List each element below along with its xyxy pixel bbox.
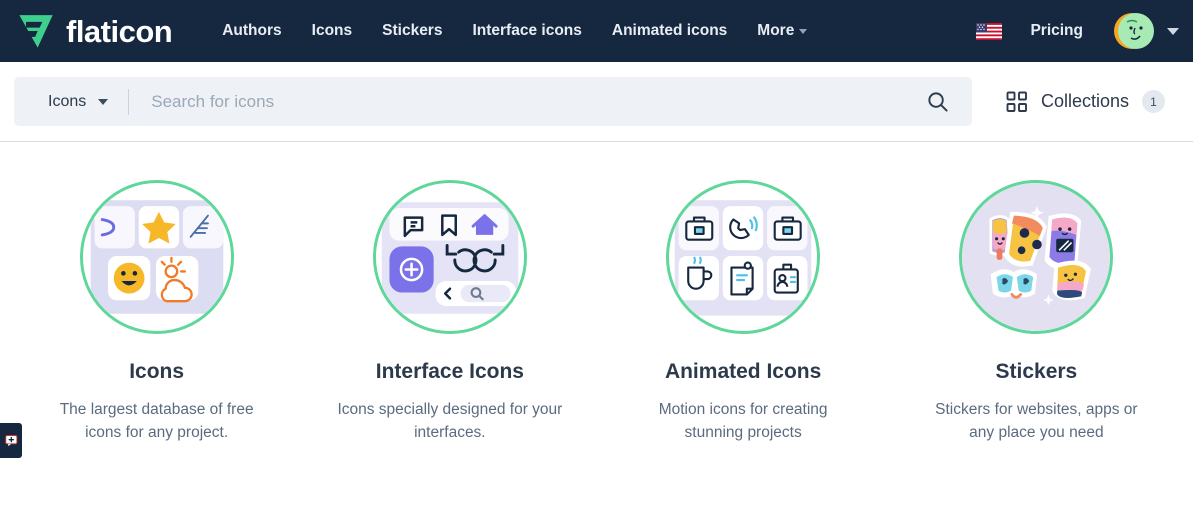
search-input[interactable] — [129, 91, 910, 112]
nav-item-label: Animated icons — [611, 22, 728, 39]
card-title: Icons — [129, 360, 185, 383]
nav-item-authors[interactable]: Authors — [222, 22, 281, 40]
chevron-down-icon — [1167, 27, 1179, 35]
header-right-group: Pricing — [976, 8, 1179, 54]
card-title: Stickers — [995, 360, 1078, 383]
nav-item-label: Authors — [222, 22, 282, 39]
user-avatar-icon — [1114, 13, 1154, 49]
search-row: Icons Collections 1 — [0, 62, 1193, 142]
search-box: Icons — [14, 77, 972, 126]
nav-item-more[interactable]: More — [757, 22, 808, 40]
site-header: flaticon Authors Icons Stickers Interfac… — [0, 0, 1193, 62]
grid-icon — [1006, 91, 1027, 112]
collections-label: Collections — [1040, 91, 1129, 111]
user-menu[interactable] — [1111, 8, 1179, 54]
nav-item-label: Stickers — [382, 22, 443, 39]
stickers-thumb-icon — [959, 180, 1114, 334]
brand-name: flaticon — [66, 13, 173, 49]
search-type-dropdown[interactable]: Icons — [14, 77, 128, 126]
nav-item-label: More — [757, 22, 795, 39]
search-icon — [928, 92, 949, 112]
search-type-label: Icons — [48, 92, 87, 110]
us-flag-icon[interactable] — [976, 22, 1003, 40]
category-card-icons[interactable]: Icons The largest database of free icons… — [10, 180, 303, 445]
feedback-tab-button[interactable] — [0, 423, 22, 458]
pricing-link[interactable]: Pricing — [1030, 22, 1083, 40]
nav-item-stickers[interactable]: Stickers — [382, 22, 442, 40]
category-card-stickers[interactable]: Stickers Stickers for websites, apps or … — [890, 180, 1183, 445]
brand-logo[interactable]: flaticon — [16, 11, 173, 51]
card-description: The largest database of free icons for a… — [59, 401, 254, 442]
chevron-down-icon — [98, 98, 109, 105]
category-cards: Icons The largest database of free icons… — [0, 142, 1193, 445]
search-submit-button[interactable] — [910, 77, 966, 126]
nav-item-animated-icons[interactable]: Animated icons — [612, 22, 727, 40]
card-description: Icons specially designed for your interf… — [337, 401, 563, 442]
main-navigation: Authors Icons Stickers Interface icons A… — [222, 22, 808, 40]
nav-item-interface-icons[interactable]: Interface icons — [472, 22, 581, 40]
animated-icons-thumb-icon — [666, 180, 821, 334]
icons-grid-thumb-icon — [79, 180, 234, 334]
category-card-animated-icons[interactable]: Animated Icons Motion icons for creating… — [597, 180, 890, 445]
nav-item-icons[interactable]: Icons — [312, 22, 352, 40]
category-card-interface-icons[interactable]: Interface Icons Icons specially designed… — [303, 180, 596, 445]
card-title: Interface Icons — [375, 360, 524, 383]
nav-item-label: Interface icons — [472, 22, 582, 39]
collections-count-badge: 1 — [1142, 90, 1165, 113]
flaticon-logo-icon — [19, 15, 53, 48]
feedback-tab-icon — [4, 435, 17, 447]
card-description: Motion icons for creating stunning proje… — [658, 401, 828, 442]
interface-icons-thumb-icon — [372, 180, 527, 334]
card-title: Animated Icons — [664, 360, 822, 383]
nav-item-label: Icons — [311, 22, 353, 39]
chevron-down-icon — [799, 28, 808, 34]
card-description: Stickers for websites, apps or any place… — [935, 401, 1138, 442]
collections-button[interactable]: Collections 1 — [972, 90, 1179, 113]
